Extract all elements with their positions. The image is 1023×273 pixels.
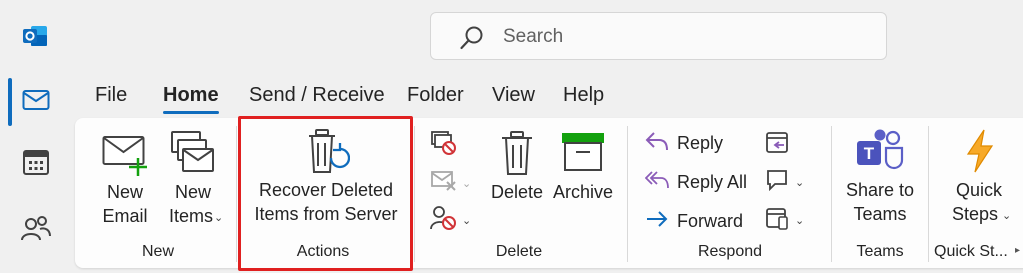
- group-label-actions: Actions: [296, 243, 350, 260]
- calendar-reply-icon: [765, 130, 791, 159]
- chevron-down-icon: ⌄: [795, 215, 805, 227]
- calendar-phone-icon: [765, 206, 791, 235]
- delete-label: Delete: [490, 182, 544, 202]
- clean-up-icon: [430, 170, 458, 197]
- group-label-new: New: [141, 243, 174, 260]
- reply-button[interactable]: Reply: [645, 130, 723, 157]
- chevron-down-icon: ⌄: [214, 212, 224, 224]
- chevron-down-icon: ⌄: [462, 178, 472, 190]
- junk-button[interactable]: ⌄: [430, 205, 471, 236]
- app-rail: [0, 0, 70, 273]
- group-separator: [627, 126, 628, 262]
- group-separator: [928, 126, 929, 262]
- ribbon-expand-arrow-icon[interactable]: ▸: [1015, 245, 1020, 256]
- new-email-icon: [102, 132, 148, 182]
- tab-home-underline: [163, 111, 219, 114]
- outlook-logo-icon: [23, 24, 49, 53]
- recover-deleted-items-button[interactable]: Recover Deleted Items from Server: [248, 128, 404, 230]
- teams-icon: T: [856, 128, 904, 178]
- svg-text:T: T: [864, 144, 875, 163]
- reply-label: Reply: [677, 133, 724, 153]
- delete-button[interactable]: Delete: [488, 130, 546, 230]
- delete-icon: [500, 130, 534, 182]
- reply-all-icon: [644, 169, 669, 196]
- chevron-down-icon: ⌄: [795, 177, 805, 189]
- rail-people-button[interactable]: [14, 208, 58, 252]
- recover-line1: Recover Deleted: [258, 180, 394, 200]
- group-label-quick-steps: Quick St...: [934, 243, 1008, 260]
- chevron-down-icon: ⌄: [462, 215, 472, 227]
- ignore-icon: [430, 130, 458, 161]
- forward-label: Forward: [677, 211, 744, 231]
- group-label-respond: Respond: [697, 243, 763, 260]
- recover-line2: Items from Server: [254, 204, 398, 224]
- forward-button[interactable]: Forward: [645, 208, 743, 235]
- chat-icon: [765, 168, 791, 197]
- more-respond-button[interactable]: ⌄: [765, 206, 804, 235]
- calendar-icon: [22, 148, 50, 181]
- forward-arrow-icon: [645, 208, 669, 235]
- chevron-down-icon: ⌄: [1002, 210, 1012, 222]
- rail-active-indicator: [8, 78, 12, 126]
- tab-folder[interactable]: Folder: [407, 84, 464, 107]
- recover-deleted-icon: [306, 128, 351, 182]
- quick-steps-line2: Steps: [951, 204, 999, 224]
- tab-file[interactable]: File: [95, 84, 127, 107]
- archive-button[interactable]: Archive: [550, 130, 616, 230]
- quick-steps-button[interactable]: Quick Steps ⌄: [940, 128, 1018, 230]
- search-icon: [459, 25, 485, 56]
- share-teams-line1: Share to: [845, 180, 915, 200]
- new-email-button[interactable]: New Email: [95, 130, 155, 230]
- group-separator: [414, 126, 415, 262]
- mail-icon: [22, 89, 50, 116]
- search-placeholder: Search: [503, 26, 564, 47]
- ignore-button[interactable]: [430, 130, 458, 161]
- search-box[interactable]: Search: [430, 12, 887, 60]
- archive-icon: [561, 132, 605, 178]
- new-items-line1: New: [174, 182, 211, 202]
- people-icon: [21, 215, 51, 246]
- tab-home[interactable]: Home: [163, 84, 219, 107]
- clean-up-button[interactable]: ⌄: [430, 170, 471, 197]
- tab-view[interactable]: View: [492, 84, 535, 107]
- rail-calendar-button[interactable]: [14, 142, 58, 186]
- archive-label: Archive: [552, 182, 614, 202]
- share-to-teams-button[interactable]: T Share to Teams: [840, 128, 920, 230]
- share-teams-line2: Teams: [853, 204, 907, 224]
- junk-icon: [430, 205, 458, 236]
- group-separator: [831, 126, 832, 262]
- im-button[interactable]: ⌄: [765, 168, 804, 197]
- meeting-button[interactable]: [765, 130, 791, 159]
- tab-send-receive[interactable]: Send / Receive: [249, 84, 385, 107]
- tab-help[interactable]: Help: [563, 84, 604, 107]
- group-separator: [236, 126, 237, 262]
- quick-steps-line1: Quick: [955, 180, 1002, 200]
- group-label-teams: Teams: [856, 243, 904, 260]
- reply-icon: [645, 130, 669, 157]
- new-items-button[interactable]: New Items ⌄: [160, 130, 226, 230]
- reply-all-label: Reply All: [677, 172, 748, 192]
- new-items-icon: [170, 130, 216, 184]
- new-email-line1: New: [106, 182, 143, 202]
- group-label-delete: Delete: [495, 243, 543, 260]
- new-items-line2: Items: [168, 206, 213, 226]
- new-email-line2: Email: [102, 206, 148, 226]
- rail-mail-button[interactable]: [14, 80, 58, 124]
- lightning-bolt-icon: [964, 128, 996, 180]
- reply-all-button[interactable]: Reply All: [644, 169, 748, 196]
